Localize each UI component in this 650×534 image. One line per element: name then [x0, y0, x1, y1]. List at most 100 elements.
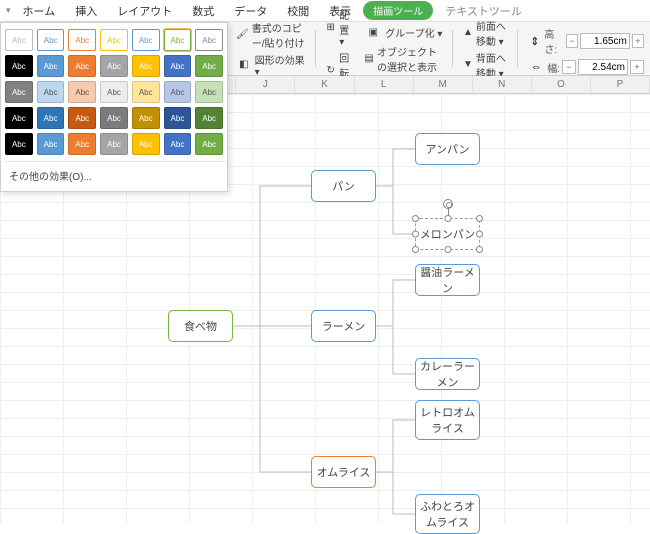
style-swatch[interactable]: Abc	[68, 81, 96, 103]
style-swatch[interactable]: Abc	[132, 81, 160, 103]
style-swatch[interactable]: Abc	[5, 107, 33, 129]
col-header[interactable]: J	[236, 76, 295, 93]
align-button[interactable]: ⊞ 配置 ▾	[325, 7, 356, 48]
style-swatch[interactable]: Abc	[100, 81, 128, 103]
menu-drawing-tools[interactable]: 描画ツール	[363, 1, 433, 20]
shape-melonpan-selected[interactable]: メロンパン	[415, 218, 480, 250]
style-swatch-outline[interactable]: Abc	[132, 29, 160, 51]
shape-shoyu-ramen[interactable]: 醤油ラーメン	[415, 264, 480, 296]
style-swatch[interactable]: Abc	[164, 133, 192, 155]
style-swatch-outline[interactable]: Abc	[5, 29, 33, 51]
style-swatch[interactable]: Abc	[195, 133, 223, 155]
menu-home[interactable]: ホーム	[15, 1, 64, 21]
selection-pane-button[interactable]: ▤ オブジェクトの選択と表示	[364, 44, 442, 74]
style-swatch[interactable]: Abc	[68, 107, 96, 129]
shape-curry-ramen[interactable]: カレーラーメン	[415, 358, 480, 390]
style-swatch[interactable]: Abc	[195, 81, 223, 103]
resize-handle-s[interactable]	[444, 246, 451, 253]
style-swatch[interactable]: Abc	[68, 133, 96, 155]
align-label: 配置 ▾	[339, 7, 356, 48]
resize-handle-nw[interactable]	[412, 215, 419, 222]
col-header[interactable]: P	[591, 76, 650, 93]
style-swatch[interactable]: Abc	[132, 107, 160, 129]
style-swatch[interactable]: Abc	[164, 107, 192, 129]
menu-insert[interactable]: 挿入	[67, 1, 105, 21]
style-swatch-outline[interactable]: Abc	[195, 29, 223, 51]
more-effects-button[interactable]: その他の効果(O)...	[5, 161, 223, 189]
bring-front-label: 前面へ移動 ▾	[476, 18, 507, 48]
height-plus-button[interactable]: +	[632, 34, 644, 48]
style-swatch-outline[interactable]: Abc	[100, 29, 128, 51]
resize-handle-w[interactable]	[412, 231, 419, 238]
style-swatch-outline[interactable]: Abc	[68, 29, 96, 51]
width-label: 幅:	[547, 60, 560, 75]
style-swatch[interactable]: Abc	[37, 133, 65, 155]
menu-dropdown-icon[interactable]: ▾	[6, 5, 11, 16]
width-minus-button[interactable]: −	[562, 60, 576, 74]
style-swatch[interactable]: Abc	[164, 81, 192, 103]
group-icon: ▣	[364, 24, 382, 42]
col-header[interactable]: N	[473, 76, 532, 93]
shape-label: ふわとろオムライス	[418, 498, 477, 530]
style-swatch[interactable]: Abc	[164, 55, 192, 77]
height-input[interactable]	[580, 33, 630, 49]
width-input[interactable]	[578, 59, 628, 75]
shape-fuwatoro-omurice[interactable]: ふわとろオムライス	[415, 494, 480, 534]
shape-label: レトロオムライス	[418, 404, 477, 436]
style-swatch[interactable]: Abc	[132, 55, 160, 77]
shape-retro-omurice[interactable]: レトロオムライス	[415, 400, 480, 440]
menu-review[interactable]: 校閲	[279, 1, 317, 21]
shape-child-bread[interactable]: パン	[311, 170, 376, 202]
style-swatch[interactable]: Abc	[195, 55, 223, 77]
align-icon: ⊞	[325, 18, 336, 36]
style-swatch[interactable]: Abc	[5, 81, 33, 103]
resize-handle-e[interactable]	[476, 231, 483, 238]
menu-data[interactable]: データ	[226, 1, 275, 21]
resize-handle-sw[interactable]	[412, 246, 419, 253]
shape-label: カレーラーメン	[418, 358, 477, 390]
selection-pane-label: オブジェクトの選択と表示	[377, 44, 442, 74]
style-swatch[interactable]: Abc	[100, 133, 128, 155]
height-minus-button[interactable]: −	[566, 34, 578, 48]
selection-pane-icon: ▤	[364, 50, 374, 68]
group-button[interactable]: ▣ グループ化 ▾	[364, 24, 442, 42]
style-swatch[interactable]: Abc	[132, 133, 160, 155]
height-icon: ⇕	[527, 32, 542, 50]
rotation-handle[interactable]	[443, 199, 453, 209]
style-swatch[interactable]: Abc	[37, 81, 65, 103]
style-swatch[interactable]: Abc	[37, 55, 65, 77]
style-swatch[interactable]: Abc	[37, 107, 65, 129]
col-header[interactable]: O	[532, 76, 591, 93]
col-header[interactable]: K	[295, 76, 354, 93]
style-swatch[interactable]: Abc	[100, 107, 128, 129]
shape-effects-icon: ◧	[236, 56, 252, 74]
width-plus-button[interactable]: +	[630, 60, 644, 74]
col-header[interactable]: L	[355, 76, 414, 93]
style-swatch[interactable]: Abc	[100, 55, 128, 77]
format-painter-button[interactable]: 🖌 書式のコピー/貼り付け	[236, 20, 305, 50]
style-swatch[interactable]: Abc	[5, 133, 33, 155]
style-swatch-outline[interactable]: Abc	[164, 29, 192, 51]
style-swatch[interactable]: Abc	[5, 55, 33, 77]
resize-handle-se[interactable]	[476, 246, 483, 253]
col-header[interactable]: M	[414, 76, 473, 93]
shape-child-ramen[interactable]: ラーメン	[311, 310, 376, 342]
resize-handle-ne[interactable]	[476, 215, 483, 222]
shape-label: オムライス	[317, 464, 371, 480]
format-painter-label: 書式のコピー/貼り付け	[252, 20, 305, 50]
shape-anpan[interactable]: アンパン	[415, 133, 480, 165]
shape-effects-button[interactable]: ◧ 図形の効果 ▾	[236, 52, 305, 78]
menu-formula[interactable]: 数式	[184, 1, 222, 21]
send-back-button[interactable]: ▼ 背面へ移動 ▾	[463, 50, 507, 80]
style-swatch-outline[interactable]: Abc	[37, 29, 65, 51]
menu-layout[interactable]: レイアウト	[109, 1, 180, 21]
shape-child-omurice[interactable]: オムライス	[311, 456, 376, 488]
bring-front-button[interactable]: ▲ 前面へ移動 ▾	[463, 18, 507, 48]
style-swatch[interactable]: Abc	[68, 55, 96, 77]
shape-label: 食べ物	[184, 318, 217, 334]
shape-root[interactable]: 食べ物	[168, 310, 233, 342]
shape-label: アンパン	[425, 141, 469, 157]
style-swatch[interactable]: Abc	[195, 107, 223, 129]
resize-handle-n[interactable]	[444, 215, 451, 222]
shape-effects-label: 図形の効果 ▾	[255, 52, 305, 78]
